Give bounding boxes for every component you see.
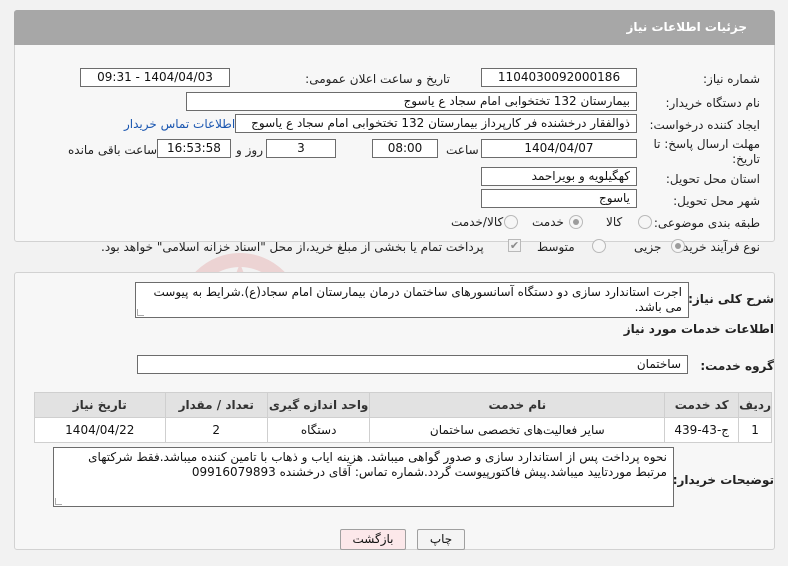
treasury-note: پرداخت تمام یا بخشی از مبلغ خرید،از محل … (101, 240, 484, 254)
service-group-field[interactable]: ساختمان (137, 355, 688, 374)
service-group-label: گروه خدمت: (700, 359, 774, 373)
category-radio-service[interactable] (569, 215, 583, 229)
need-number-field[interactable]: 1104030092000186 (481, 68, 637, 87)
services-table: ردیف کد خدمت نام خدمت واحد اندازه گیری ت… (34, 392, 772, 443)
services-section-title: اطلاعات خدمات مورد نیاز (623, 322, 774, 336)
column-header-service-code: کد خدمت (664, 392, 740, 418)
category-option-service: خدمت (532, 215, 564, 229)
deadline-time-field[interactable]: 08:00 (372, 139, 438, 158)
cell-row-number: 1 (738, 417, 772, 443)
table-row: 1 ج-43-439 سایر فعالیت‌های تخصصی ساختمان… (34, 417, 772, 443)
cell-service-code: ج-43-439 (664, 417, 740, 443)
need-number-label: شماره نیاز: (703, 72, 760, 86)
resize-grip-icon[interactable] (137, 309, 144, 316)
province-field[interactable]: کهگیلویه و بویراحمد (481, 167, 637, 186)
remaining-time-field[interactable]: 16:53:58 (157, 139, 231, 158)
announce-datetime-field[interactable]: 1404/04/03 - 09:31 (80, 68, 230, 87)
category-option-goods: کالا (606, 215, 623, 229)
cell-quantity: 2 (164, 417, 268, 443)
province-label: استان محل تحویل: (665, 172, 760, 186)
cell-service-name: سایر فعالیت‌های تخصصی ساختمان (369, 417, 666, 443)
buyer-org-label: نام دستگاه خریدار: (665, 96, 761, 110)
category-option-goods-service: کالا/خدمت (451, 215, 504, 229)
buyer-contact-link[interactable]: اطلاعات تماس خریدار (124, 117, 235, 131)
purchase-type-label: نوع فرآیند خرید : (675, 240, 760, 254)
print-button[interactable]: چاپ (417, 529, 465, 550)
remaining-time-label: ساعت باقی مانده (68, 143, 158, 157)
description-text: اجرت استاندارد سازی دو دستگاه آسانسورهای… (153, 285, 683, 314)
checkmark-icon: ✔ (509, 239, 520, 252)
column-header-row-number: ردیف (738, 392, 772, 418)
page-title: جزئیات اطلاعات نیاز (626, 20, 747, 34)
description-textarea[interactable]: اجرت استاندارد سازی دو دستگاه آسانسورهای… (135, 282, 689, 318)
cell-unit: دستگاه (266, 417, 371, 443)
table-header-row: ردیف کد خدمت نام خدمت واحد اندازه گیری ت… (34, 392, 772, 418)
back-button[interactable]: بازگشت (340, 529, 406, 550)
cell-need-date: 1404/04/22 (34, 417, 166, 443)
category-label: طبقه بندی موضوعی: (653, 216, 760, 230)
buyer-notes-textarea[interactable]: نحوه پرداخت پس از استاندارد سازی و صدور … (53, 447, 674, 507)
treasury-checkbox[interactable]: ✔ (508, 239, 521, 252)
category-radio-goods-service[interactable] (504, 215, 518, 229)
category-radio-goods[interactable] (638, 215, 652, 229)
column-header-need-date: تاریخ نیاز (34, 392, 166, 418)
city-field[interactable]: یاسوج (481, 189, 637, 208)
deadline-days-label: روز و (236, 143, 263, 157)
announce-datetime-label: تاریخ و ساعت اعلان عمومی: (305, 72, 450, 86)
buyer-org-field[interactable]: بیمارستان 132 تختخوابی امام سجاد ع یاسوج (186, 92, 637, 111)
requester-field[interactable]: ذوالفقار درخشنده فر کارپرداز بیمارستان 1… (235, 114, 637, 133)
purchase-option-minor: جزیی (634, 240, 662, 254)
deadline-days-field[interactable]: 3 (266, 139, 336, 158)
buyer-notes-text: نحوه پرداخت پس از استاندارد سازی و صدور … (88, 450, 667, 479)
purchase-radio-medium[interactable] (592, 239, 606, 253)
deadline-time-label: ساعت (446, 143, 479, 157)
panel-header: جزئیات اطلاعات نیاز (14, 10, 775, 45)
column-header-service-name: نام خدمت (369, 392, 666, 418)
deadline-label-line1: مهلت ارسال پاسخ: تا (653, 137, 760, 151)
description-label: شرح کلی نیاز: (688, 292, 774, 306)
resize-grip-icon[interactable] (55, 498, 62, 505)
column-header-quantity: تعداد / مقدار (164, 392, 268, 418)
deadline-date-field[interactable]: 1404/04/07 (481, 139, 637, 158)
city-label: شهر محل تحویل: (673, 194, 760, 208)
requester-label: ایجاد کننده درخواست: (649, 118, 760, 132)
column-header-unit: واحد اندازه گیری (266, 392, 371, 418)
deadline-label-line2: تاریخ: (732, 152, 760, 166)
purchase-option-medium: متوسط (537, 240, 575, 254)
buyer-notes-label: توضیحات خریدار: (672, 473, 774, 487)
purchase-radio-minor[interactable] (671, 239, 685, 253)
